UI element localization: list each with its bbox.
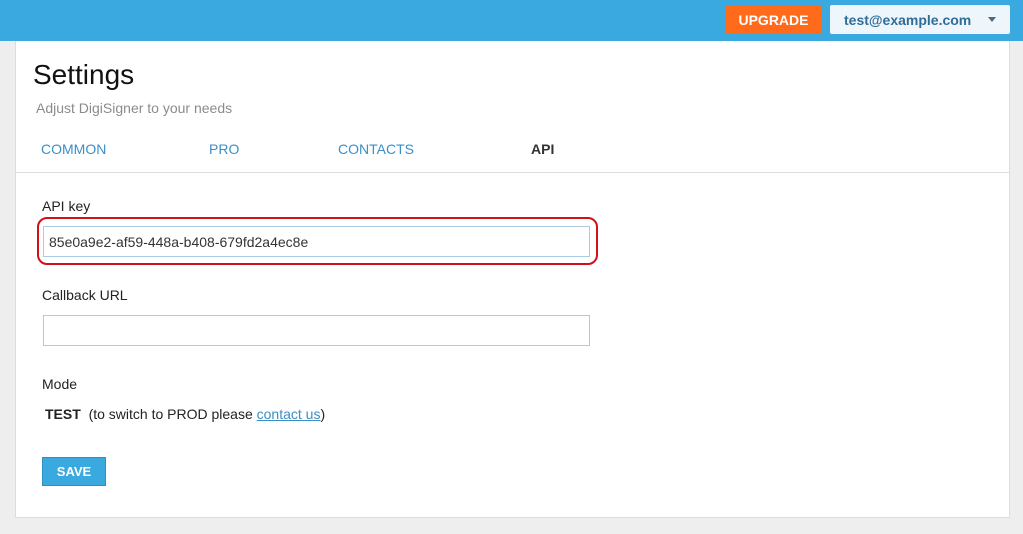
top-bar: UPGRADE test@example.com bbox=[0, 0, 1023, 41]
contact-us-link[interactable]: contact us bbox=[257, 406, 321, 422]
mode-value: TEST bbox=[45, 406, 81, 422]
user-email: test@example.com bbox=[844, 11, 972, 28]
mode-label: Mode bbox=[42, 376, 78, 392]
page-title: Settings bbox=[33, 59, 135, 90]
mode-line: TEST (to switch to PROD please contact u… bbox=[45, 406, 325, 422]
callback-url-input[interactable] bbox=[43, 315, 590, 346]
tab-pro[interactable]: PRO bbox=[209, 141, 239, 157]
mode-note-suffix: ) bbox=[320, 406, 326, 422]
user-menu-button[interactable]: test@example.com bbox=[830, 5, 1010, 34]
mode-note-prefix: (to switch to PROD please bbox=[88, 406, 257, 422]
tab-common[interactable]: COMMON bbox=[41, 141, 106, 157]
upgrade-button[interactable]: UPGRADE bbox=[725, 5, 822, 34]
page-subtitle: Adjust DigiSigner to your needs bbox=[36, 100, 233, 116]
api-key-input[interactable] bbox=[43, 226, 590, 257]
settings-panel: Settings Adjust DigiSigner to your needs… bbox=[15, 41, 1010, 518]
tab-api[interactable]: API bbox=[531, 141, 554, 157]
callback-url-label: Callback URL bbox=[42, 287, 128, 303]
tab-divider bbox=[16, 172, 1009, 173]
api-key-label: API key bbox=[42, 198, 91, 214]
save-button[interactable]: SAVE bbox=[42, 457, 106, 486]
chevron-down-icon bbox=[988, 17, 996, 22]
tab-contacts[interactable]: CONTACTS bbox=[338, 141, 414, 157]
